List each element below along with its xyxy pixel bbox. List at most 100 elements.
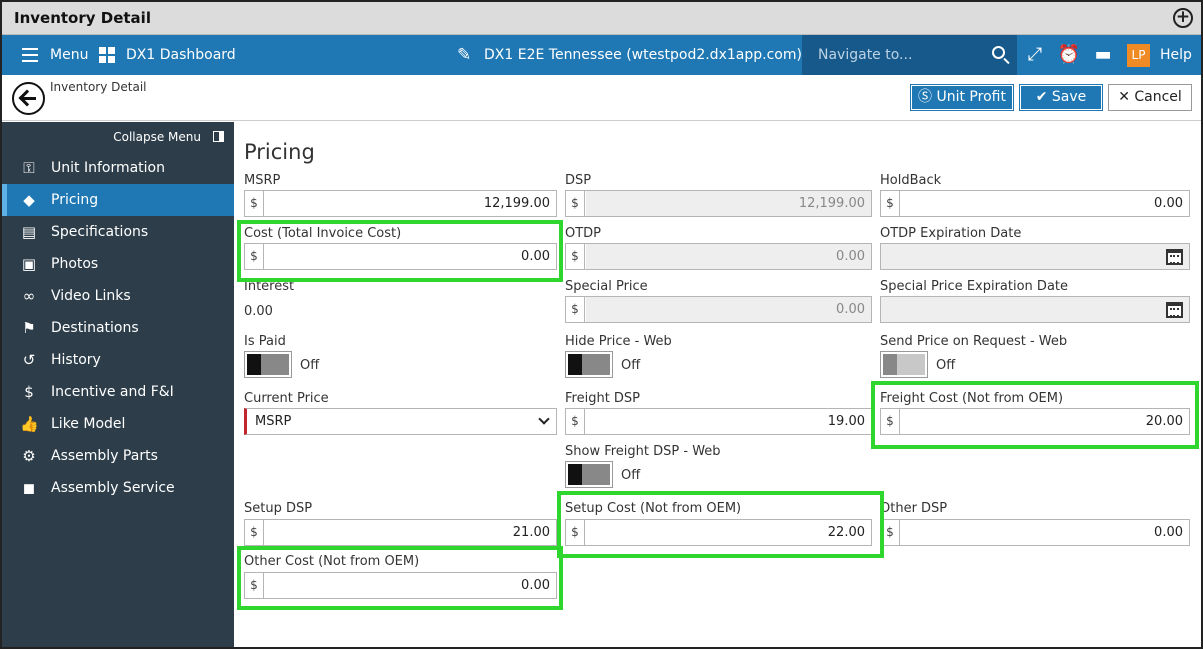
freight-cost-highlight-box bbox=[871, 381, 1199, 449]
hide-price-web-state: Off bbox=[621, 358, 641, 373]
other-dsp-field[interactable]: $ 0.00 bbox=[880, 519, 1190, 546]
hamburger-icon[interactable] bbox=[22, 48, 38, 62]
currency-symbol: $ bbox=[566, 191, 585, 216]
msrp-value: 12,199.00 bbox=[483, 196, 550, 211]
sidebar-item-like-model[interactable]: 👍 Like Model bbox=[2, 408, 234, 440]
freight-dsp-label: Freight DSP bbox=[565, 391, 641, 406]
sidebar-item-history[interactable]: ↺ History bbox=[2, 344, 234, 376]
thumbs-up-icon: 👍 bbox=[20, 415, 39, 433]
interest-value: 0.00 bbox=[244, 304, 273, 319]
save-label: Save bbox=[1051, 89, 1087, 105]
sidebar-item-video-links[interactable]: ∞ Video Links bbox=[2, 280, 234, 312]
save-button[interactable]: ✔ Save bbox=[1019, 84, 1103, 111]
close-icon: ✕ bbox=[1118, 89, 1130, 105]
otdp-label: OTDP bbox=[565, 226, 602, 241]
sidebar-item-photos[interactable]: ▣ Photos bbox=[2, 248, 234, 280]
page-title: Pricing bbox=[244, 140, 315, 164]
sidebar-item-destinations[interactable]: ⚑ Destinations bbox=[2, 312, 234, 344]
msrp-field[interactable]: $ 12,199.00 bbox=[244, 190, 557, 217]
top-nav: Menu DX1 Dashboard ✎ DX1 E2E Tennessee (… bbox=[2, 35, 1201, 75]
special-price-expiration-label: Special Price Expiration Date bbox=[880, 279, 1069, 294]
is-paid-label: Is Paid bbox=[244, 334, 286, 349]
cancel-button[interactable]: ✕ Cancel bbox=[1108, 84, 1192, 111]
calendar-icon[interactable] bbox=[1166, 249, 1183, 265]
sidebar-menu: ⚿ Unit Information ◆ Pricing ▤ Specificatio… bbox=[2, 152, 234, 504]
expand-icon[interactable]: ⤢ bbox=[1022, 35, 1048, 75]
cost-highlight-box bbox=[237, 220, 563, 282]
holdback-value: 0.00 bbox=[1154, 196, 1183, 211]
site-name[interactable]: DX1 E2E Tennessee (wtestpod2.dx1app.com) bbox=[484, 35, 802, 75]
sidebar-item-label: Video Links bbox=[51, 288, 131, 304]
search-icon[interactable] bbox=[992, 46, 1005, 59]
otdp-value: 0.00 bbox=[836, 249, 865, 264]
hide-price-web-label: Hide Price - Web bbox=[565, 334, 672, 349]
dashboard-grid-icon[interactable] bbox=[99, 47, 115, 63]
currency-symbol: $ bbox=[245, 191, 264, 216]
sidebar-item-unit-information[interactable]: ⚿ Unit Information bbox=[2, 152, 234, 184]
show-freight-label: Show Freight DSP - Web bbox=[565, 444, 721, 459]
dashboard-link[interactable]: DX1 Dashboard bbox=[126, 35, 236, 75]
send-price-toggle[interactable] bbox=[880, 351, 928, 378]
other-cost-highlight-box bbox=[237, 546, 563, 610]
other-dsp-value: 0.00 bbox=[1154, 525, 1183, 540]
setup-dsp-field[interactable]: $ 21.00 bbox=[244, 519, 557, 546]
otdp-expiration-label: OTDP Expiration Date bbox=[880, 226, 1022, 241]
show-freight-state: Off bbox=[621, 468, 641, 483]
history-icon: ↺ bbox=[22, 351, 36, 369]
hide-price-web-toggle[interactable] bbox=[565, 351, 613, 378]
sidebar-item-label: Photos bbox=[51, 256, 99, 272]
tag-icon: ◆ bbox=[23, 191, 35, 209]
currency-symbol: $ bbox=[881, 191, 900, 216]
freight-dsp-field[interactable]: $ 19.00 bbox=[565, 408, 872, 435]
back-arrow-icon[interactable] bbox=[12, 82, 45, 115]
special-price-field: $ 0.00 bbox=[565, 296, 872, 323]
currency-symbol: $ bbox=[245, 520, 264, 545]
box-icon: ◼ bbox=[22, 479, 36, 497]
user-avatar[interactable]: LP bbox=[1127, 44, 1150, 67]
unit-profit-button[interactable]: Ⓢ Unit Profit bbox=[910, 84, 1014, 111]
gear-icon: ⚙ bbox=[22, 447, 36, 465]
add-circle-icon[interactable]: + bbox=[1173, 8, 1193, 28]
dollar-icon: $ bbox=[24, 383, 34, 401]
holdback-field[interactable]: $ 0.00 bbox=[880, 190, 1190, 217]
sidebar-item-specifications[interactable]: ▤ Specifications bbox=[2, 216, 234, 248]
pencil-icon[interactable]: ✎ bbox=[457, 35, 471, 75]
collapse-menu-button[interactable]: Collapse Menu bbox=[113, 130, 224, 144]
title-bar: Inventory Detail + bbox=[2, 2, 1201, 35]
navigate-search[interactable]: Navigate to... bbox=[802, 35, 1017, 75]
breadcrumb: Inventory Detail bbox=[50, 80, 147, 94]
window-title: Inventory Detail bbox=[14, 9, 151, 27]
collapse-menu-label: Collapse Menu bbox=[113, 130, 201, 144]
alarm-clock-icon[interactable]: ⏰ bbox=[1056, 35, 1082, 75]
document-icon: ▤ bbox=[21, 223, 37, 241]
pricing-panel: Pricing MSRP $ 12,199.00 DSP $ 12,199.00… bbox=[234, 122, 1201, 647]
sidebar-item-pricing[interactable]: ◆ Pricing bbox=[2, 184, 234, 216]
setup-cost-highlight-box bbox=[557, 491, 884, 558]
is-paid-toggle[interactable] bbox=[244, 351, 292, 378]
otdp-expiration-field[interactable] bbox=[880, 243, 1190, 270]
unit-profit-label: Unit Profit bbox=[936, 89, 1006, 105]
special-price-label: Special Price bbox=[565, 279, 648, 294]
current-price-label: Current Price bbox=[244, 391, 329, 406]
other-dsp-label: Other DSP bbox=[880, 501, 948, 516]
dsp-value: 12,199.00 bbox=[798, 196, 865, 211]
sidebar-item-assembly-service[interactable]: ◼ Assembly Service bbox=[2, 472, 234, 504]
search-input[interactable]: Navigate to... bbox=[818, 35, 912, 75]
current-price-select[interactable]: MSRP bbox=[244, 408, 557, 435]
sidebar-item-incentive[interactable]: $ Incentive and F&I bbox=[2, 376, 234, 408]
calendar-icon[interactable] bbox=[1166, 302, 1183, 318]
sidebar-item-assembly-parts[interactable]: ⚙ Assembly Parts bbox=[2, 440, 234, 472]
currency-symbol: $ bbox=[566, 297, 585, 322]
msrp-label: MSRP bbox=[244, 173, 281, 188]
sidebar-item-label: Assembly Service bbox=[51, 480, 175, 496]
show-freight-toggle[interactable] bbox=[565, 461, 613, 488]
cancel-label: Cancel bbox=[1134, 89, 1182, 105]
menu-button[interactable]: Menu bbox=[50, 35, 88, 75]
dsp-field: $ 12,199.00 bbox=[565, 190, 872, 217]
is-paid-state: Off bbox=[300, 358, 320, 373]
chat-icon[interactable]: ▬ bbox=[1090, 35, 1116, 75]
currency-symbol: $ bbox=[566, 244, 585, 269]
sidebar-item-label: Pricing bbox=[51, 192, 99, 208]
help-link[interactable]: Help bbox=[1160, 35, 1192, 75]
special-price-expiration-field[interactable] bbox=[880, 296, 1190, 323]
